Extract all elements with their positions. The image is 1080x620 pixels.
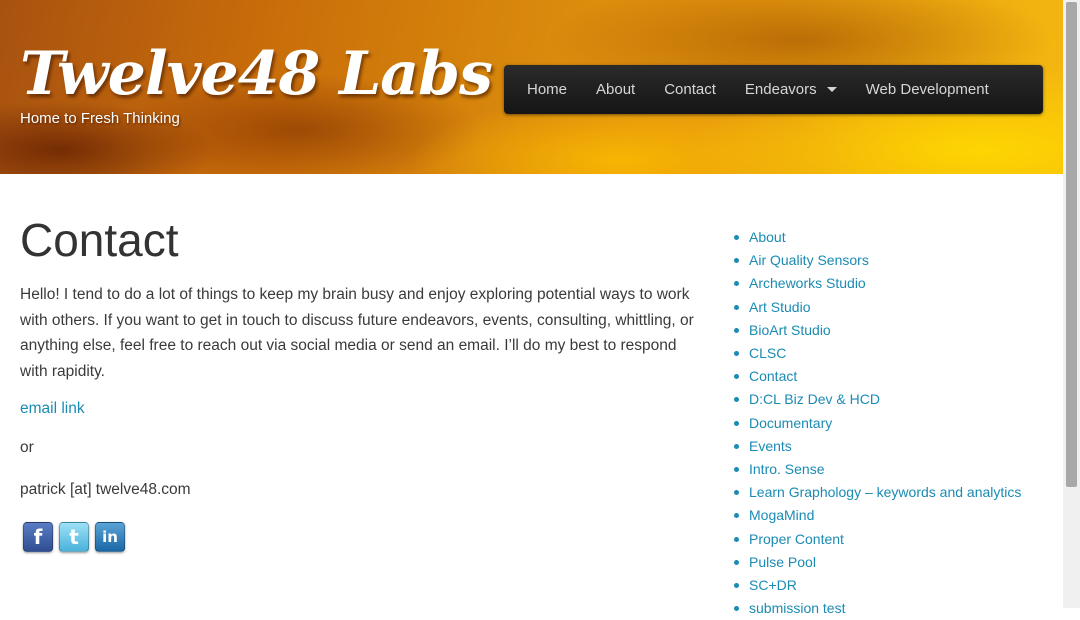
sidebar-link-events[interactable]: Events [733, 435, 1021, 458]
or-text: or [20, 439, 34, 456]
facebook-glyph: f [33, 525, 43, 549]
chevron-down-icon [826, 87, 837, 92]
sidebar-link-pulse-pool[interactable]: Pulse Pool [733, 551, 1021, 574]
sidebar-link-clsc[interactable]: CLSC [733, 342, 1021, 365]
site-tagline: Home to Fresh Thinking [20, 110, 180, 127]
email-address: patrick [at] twelve48.com [20, 480, 191, 498]
twitter-glyph: t [69, 525, 79, 549]
sidebar-link-archeworks-studio[interactable]: Archeworks Studio [733, 272, 1021, 295]
nav-web-development[interactable]: Web Development [866, 81, 989, 98]
scrollbar-thumb[interactable] [1066, 2, 1077, 487]
main-content: Contact Hello! I tend to do a lot of thi… [20, 210, 700, 552]
site-logo[interactable]: Twelve48 Labs [20, 36, 493, 112]
nav-about[interactable]: About [596, 81, 635, 98]
nav-home[interactable]: Home [527, 81, 567, 98]
intro-paragraph: Hello! I tend to do a lot of things to k… [20, 286, 694, 380]
sidebar-page-list: About Air Quality Sensors Archeworks Stu… [733, 226, 1021, 620]
nav-endeavors-label: Endeavors [744, 81, 817, 98]
sidebar-link-learn-graphology[interactable]: Learn Graphology – keywords and analytic… [733, 481, 1021, 504]
facebook-icon[interactable]: f [23, 522, 53, 552]
sidebar-link-sc-dr[interactable]: SC+DR [733, 574, 1021, 597]
social-links: f t in [23, 522, 125, 552]
main-nav: Home About Contact Endeavors Web Develop… [504, 65, 1043, 114]
sidebar-link-submission-test[interactable]: submission test [733, 597, 1021, 620]
sidebar-link-proper-content[interactable]: Proper Content [733, 528, 1021, 551]
sidebar-link-dcl-biz-dev[interactable]: D:CL Biz Dev & HCD [733, 388, 1021, 411]
nav-contact[interactable]: Contact [664, 81, 716, 98]
sidebar-link-intro-sense[interactable]: Intro. Sense [733, 458, 1021, 481]
sidebar-link-contact[interactable]: Contact [733, 365, 1021, 388]
nav-endeavors[interactable]: Endeavors [745, 81, 837, 98]
sidebar-link-about[interactable]: About [733, 226, 1021, 249]
sidebar-link-air-quality-sensors[interactable]: Air Quality Sensors [733, 249, 1021, 272]
page-scrollbar[interactable] [1063, 0, 1080, 608]
sidebar-link-bioart-studio[interactable]: BioArt Studio [733, 319, 1021, 342]
sidebar-link-art-studio[interactable]: Art Studio [733, 296, 1021, 319]
page-title: Contact [20, 214, 179, 266]
twitter-icon[interactable]: t [59, 522, 89, 552]
email-link[interactable]: email link [20, 400, 700, 418]
sidebar-link-documentary[interactable]: Documentary [733, 412, 1021, 435]
sidebar-link-mogamind[interactable]: MogaMind [733, 504, 1021, 527]
site-header: Twelve48 Labs Home to Fresh Thinking Hom… [0, 0, 1063, 174]
linkedin-icon[interactable]: in [95, 522, 125, 552]
linkedin-glyph: in [102, 528, 118, 546]
